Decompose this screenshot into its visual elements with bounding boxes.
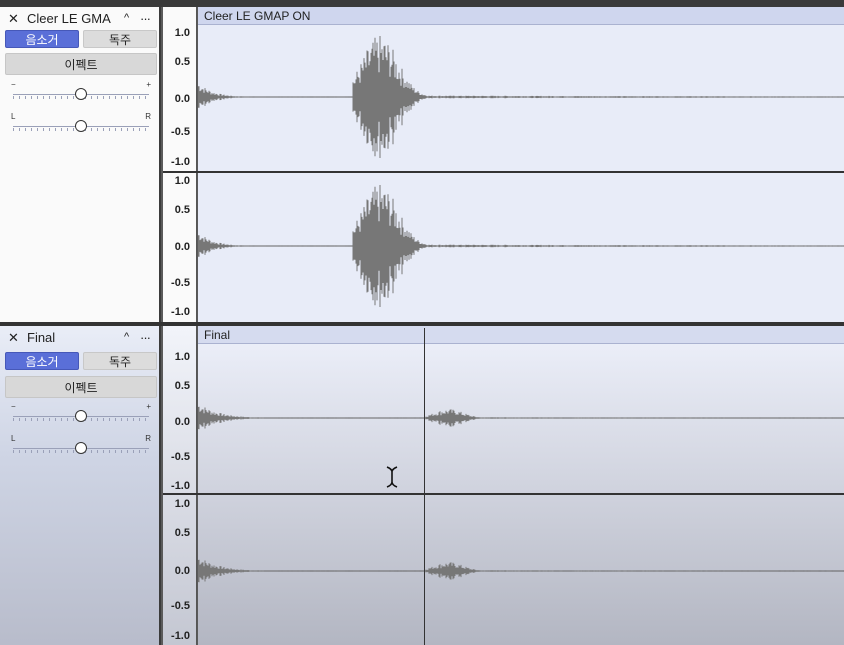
tick-label: -0.5 [171,277,190,289]
track-control-panel[interactable]: ✕ Final ^ ··· 음소거 독주 이펙트 − + L R [0,326,161,645]
tick-label: -0.5 [171,451,190,463]
channel-separator [163,493,844,495]
solo-button[interactable]: 독주 [83,352,157,370]
tick-label: 1.0 [174,175,190,187]
close-icon[interactable]: ✕ [8,330,19,346]
track-name[interactable]: Cleer LE GMA [27,11,111,26]
clip-title: Final [204,328,231,342]
track-name[interactable]: Final [27,330,55,345]
pan-right-label: R [145,112,151,121]
tick-label: 0.5 [174,380,190,392]
track-cleer-le-gma: ✕ Cleer LE GMA ^ ··· 음소거 독주 이펙트 − + L R … [0,7,844,322]
tick-label: 0.5 [174,56,190,68]
tick-label: 0.5 [174,527,190,539]
waveform-left[interactable] [198,343,844,493]
pan-right-label: R [145,434,151,443]
ibeam-cursor-icon [386,466,398,488]
tick-label: 1.0 [174,27,190,39]
track-header: ✕ Final ^ ··· [6,330,153,346]
waveform-right[interactable] [198,173,844,319]
tick-label: -0.5 [171,126,190,138]
window-top-strip [0,0,844,7]
gain-slider[interactable]: − + [11,80,151,106]
gain-slider[interactable]: − + [11,402,151,428]
track-control-panel[interactable]: ✕ Cleer LE GMA ^ ··· 음소거 독주 이펙트 − + L R [0,7,161,322]
pan-knob[interactable] [75,120,87,132]
tick-label: -1.0 [171,156,190,168]
amplitude-ruler: 1.0 0.5 0.0 -0.5 -1.0 1.0 0.5 0.0 -0.5 -… [163,7,197,322]
tick-label: -1.0 [171,306,190,318]
collapse-caret-icon[interactable]: ^ [124,331,129,343]
gain-knob[interactable] [75,410,87,422]
tick-label: 0.0 [174,565,190,577]
pan-left-label: L [11,112,16,121]
pan-slider[interactable]: L R [11,112,151,138]
waveform-right[interactable] [198,496,844,645]
tick-label: 0.0 [174,93,190,105]
clip-title-bar[interactable]: Final [198,326,844,344]
gain-minus-label: − [11,80,16,89]
waveform-left[interactable] [198,24,844,170]
track-menu-icon[interactable]: ··· [140,11,151,26]
playhead-cursor[interactable] [424,328,425,645]
tick-label: -1.0 [171,630,190,642]
mute-button[interactable]: 음소거 [5,30,79,48]
tick-label: 1.0 [174,498,190,510]
gain-knob[interactable] [75,88,87,100]
gain-minus-label: − [11,402,16,411]
tick-label: 0.0 [174,416,190,428]
tick-label: 0.5 [174,204,190,216]
audio-clip[interactable]: Final [198,326,844,645]
audio-clip[interactable]: Cleer LE GMAP ON [198,7,844,322]
clip-title-bar[interactable]: Cleer LE GMAP ON [198,7,844,25]
pan-knob[interactable] [75,442,87,454]
amplitude-ruler: 1.0 0.5 0.0 -0.5 -1.0 1.0 0.5 0.0 -0.5 -… [163,326,197,645]
tick-label: -0.5 [171,600,190,612]
effects-button[interactable]: 이펙트 [5,53,157,75]
close-icon[interactable]: ✕ [8,11,19,27]
track-menu-icon[interactable]: ··· [140,330,151,345]
pan-slider[interactable]: L R [11,434,151,460]
gain-plus-label: + [146,80,151,89]
tick-label: 0.0 [174,241,190,253]
track-final: ✕ Final ^ ··· 음소거 독주 이펙트 − + L R 1.0 0.5… [0,326,844,645]
gain-plus-label: + [146,402,151,411]
track-header: ✕ Cleer LE GMA ^ ··· [6,11,153,27]
mute-button[interactable]: 음소거 [5,352,79,370]
tick-label: -1.0 [171,480,190,492]
channel-separator [163,171,844,173]
effects-button[interactable]: 이펙트 [5,376,157,398]
solo-button[interactable]: 독주 [83,30,157,48]
clip-title: Cleer LE GMAP ON [204,9,311,23]
collapse-caret-icon[interactable]: ^ [124,12,129,24]
pan-left-label: L [11,434,16,443]
tick-label: 1.0 [174,351,190,363]
